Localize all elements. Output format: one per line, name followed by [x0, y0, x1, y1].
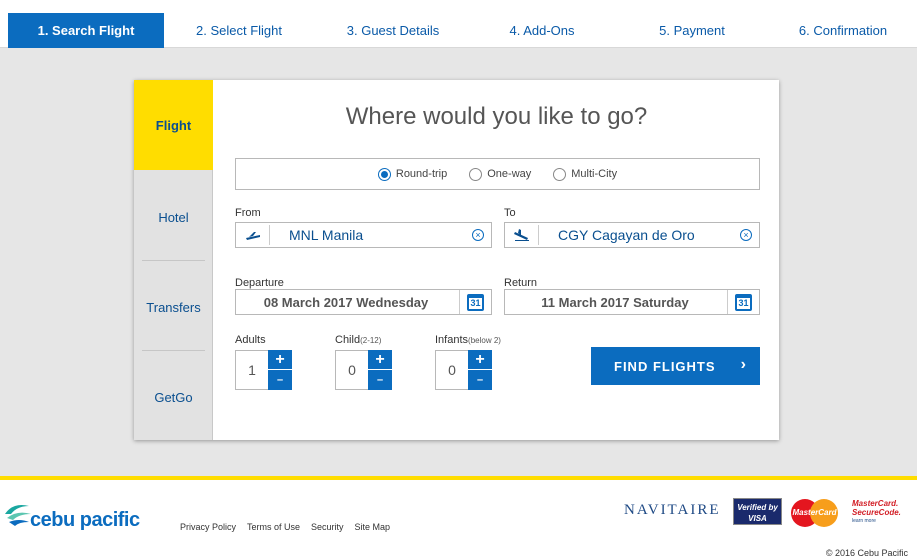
clear-icon[interactable]: × — [472, 229, 484, 241]
to-field[interactable]: CGY Cagayan de Oro × — [504, 222, 760, 248]
page-title: Where would you like to go? — [345, 103, 648, 130]
divider — [142, 260, 205, 261]
infants-label: Infants(below 2) — [435, 334, 501, 346]
infants-count[interactable]: 0 — [435, 350, 469, 390]
tab-flight[interactable]: Flight — [134, 80, 213, 170]
from-value: MNL Manila — [289, 227, 364, 243]
from-label: From — [235, 207, 261, 219]
departure-label: Departure — [235, 277, 284, 289]
securecode-learn-more[interactable]: learn more — [852, 517, 896, 526]
radio-dot-icon — [553, 167, 567, 181]
mastercard-logo: MasterCard — [791, 499, 838, 527]
child-age-range: (2-12) — [360, 336, 382, 345]
calendar-button[interactable]: 31 — [459, 290, 491, 314]
product-sidebar: Flight Hotel Transfers GetGo — [134, 80, 213, 440]
return-date-field[interactable]: 11 March 2017 Saturday 31 — [504, 289, 760, 315]
calendar-icon: 31 — [467, 293, 484, 311]
child-count[interactable]: 0 — [335, 350, 369, 390]
child-decrement-button[interactable]: – — [368, 370, 392, 390]
cebu-pacific-logo[interactable]: cebu pacific — [3, 498, 173, 534]
to-value: CGY Cagayan de Oro — [558, 227, 695, 243]
copyright: © 2016 Cebu Pacific — [825, 548, 908, 557]
step-add-ons[interactable]: 4. Add-Ons — [472, 0, 612, 48]
infants-decrement-button[interactable]: – — [468, 370, 492, 390]
to-label: To — [504, 207, 516, 219]
step-confirmation[interactable]: 6. Confirmation — [772, 0, 914, 48]
step-payment[interactable]: 5. Payment — [612, 0, 772, 48]
calendar-icon: 31 — [735, 293, 752, 311]
find-flights-button[interactable]: FIND FLIGHTS › — [591, 347, 760, 385]
mastercard-securecode-logo: MasterCard. SecureCode. learn more — [852, 499, 901, 526]
departure-date-field[interactable]: 08 March 2017 Wednesday 31 — [235, 289, 492, 315]
adults-increment-button[interactable]: + — [268, 350, 292, 370]
radio-one-way[interactable]: One-way — [469, 167, 532, 181]
child-label: Child(2-12) — [335, 334, 382, 346]
footer: cebu pacific Privacy Policy Terms of Use… — [0, 476, 917, 557]
plane-landing-icon — [505, 225, 539, 245]
adults-count[interactable]: 1 — [235, 350, 269, 390]
navitaire-logo: NAVITAIRE — [624, 502, 721, 518]
terms-of-use-link[interactable]: Terms of Use — [247, 522, 300, 532]
departure-value: 08 March 2017 Wednesday — [263, 295, 429, 310]
step-search-flight[interactable]: 1. Search Flight — [8, 13, 164, 48]
privacy-policy-link[interactable]: Privacy Policy — [180, 522, 236, 532]
tab-transfers[interactable]: Transfers — [134, 262, 213, 352]
adults-label: Adults — [235, 334, 266, 346]
plane-takeoff-icon — [236, 225, 270, 245]
bird-logo-icon — [5, 505, 31, 526]
from-field[interactable]: MNL Manila × — [235, 222, 492, 248]
security-link[interactable]: Security — [311, 522, 344, 532]
return-label: Return — [504, 277, 538, 289]
trip-type-selector: Round-trip One-way Multi-City — [235, 158, 760, 190]
tab-getgo[interactable]: GetGo — [134, 352, 213, 442]
radio-label: Multi-City — [571, 168, 618, 180]
securecode-line2: SecureCode. — [852, 508, 901, 517]
footer-links: Privacy Policy Terms of Use Security Sit… — [180, 522, 390, 532]
infants-increment-button[interactable]: + — [468, 350, 492, 370]
step-guest-details[interactable]: 3. Guest Details — [314, 0, 472, 48]
logo-text: cebu pacific — [30, 509, 140, 531]
verified-by-visa-logo: Verified by VISA — [733, 498, 782, 525]
radio-dot-selected-icon — [377, 167, 391, 181]
search-card: Flight Hotel Transfers GetGo Where would… — [134, 80, 779, 440]
site-map-link[interactable]: Site Map — [355, 522, 391, 532]
securecode-line1: MasterCard. — [852, 499, 899, 508]
child-increment-button[interactable]: + — [368, 350, 392, 370]
clear-icon[interactable]: × — [740, 229, 752, 241]
radio-round-trip[interactable]: Round-trip — [377, 167, 448, 181]
adults-decrement-button[interactable]: – — [268, 370, 292, 390]
tab-hotel[interactable]: Hotel — [134, 172, 213, 262]
booking-steps: 1. Search Flight 2. Select Flight 3. Gue… — [0, 0, 917, 48]
radio-multi-city[interactable]: Multi-City — [553, 167, 618, 181]
infants-stepper: 0 + – — [435, 350, 492, 390]
find-flights-label: FIND FLIGHTS — [614, 358, 716, 374]
radio-dot-icon — [469, 167, 483, 181]
radio-label: Round-trip — [395, 168, 448, 180]
return-value: 11 March 2017 Saturday — [541, 295, 689, 310]
radio-label: One-way — [487, 168, 532, 180]
child-stepper: 0 + – — [335, 350, 392, 390]
chevron-right-icon: › — [740, 356, 747, 373]
step-select-flight[interactable]: 2. Select Flight — [164, 0, 314, 48]
mastercard-text: MasterCard — [792, 508, 837, 517]
calendar-button[interactable]: 31 — [727, 290, 759, 314]
adults-stepper: 1 + – — [235, 350, 292, 390]
infants-age-range: (below 2) — [468, 336, 501, 345]
divider — [142, 350, 205, 351]
